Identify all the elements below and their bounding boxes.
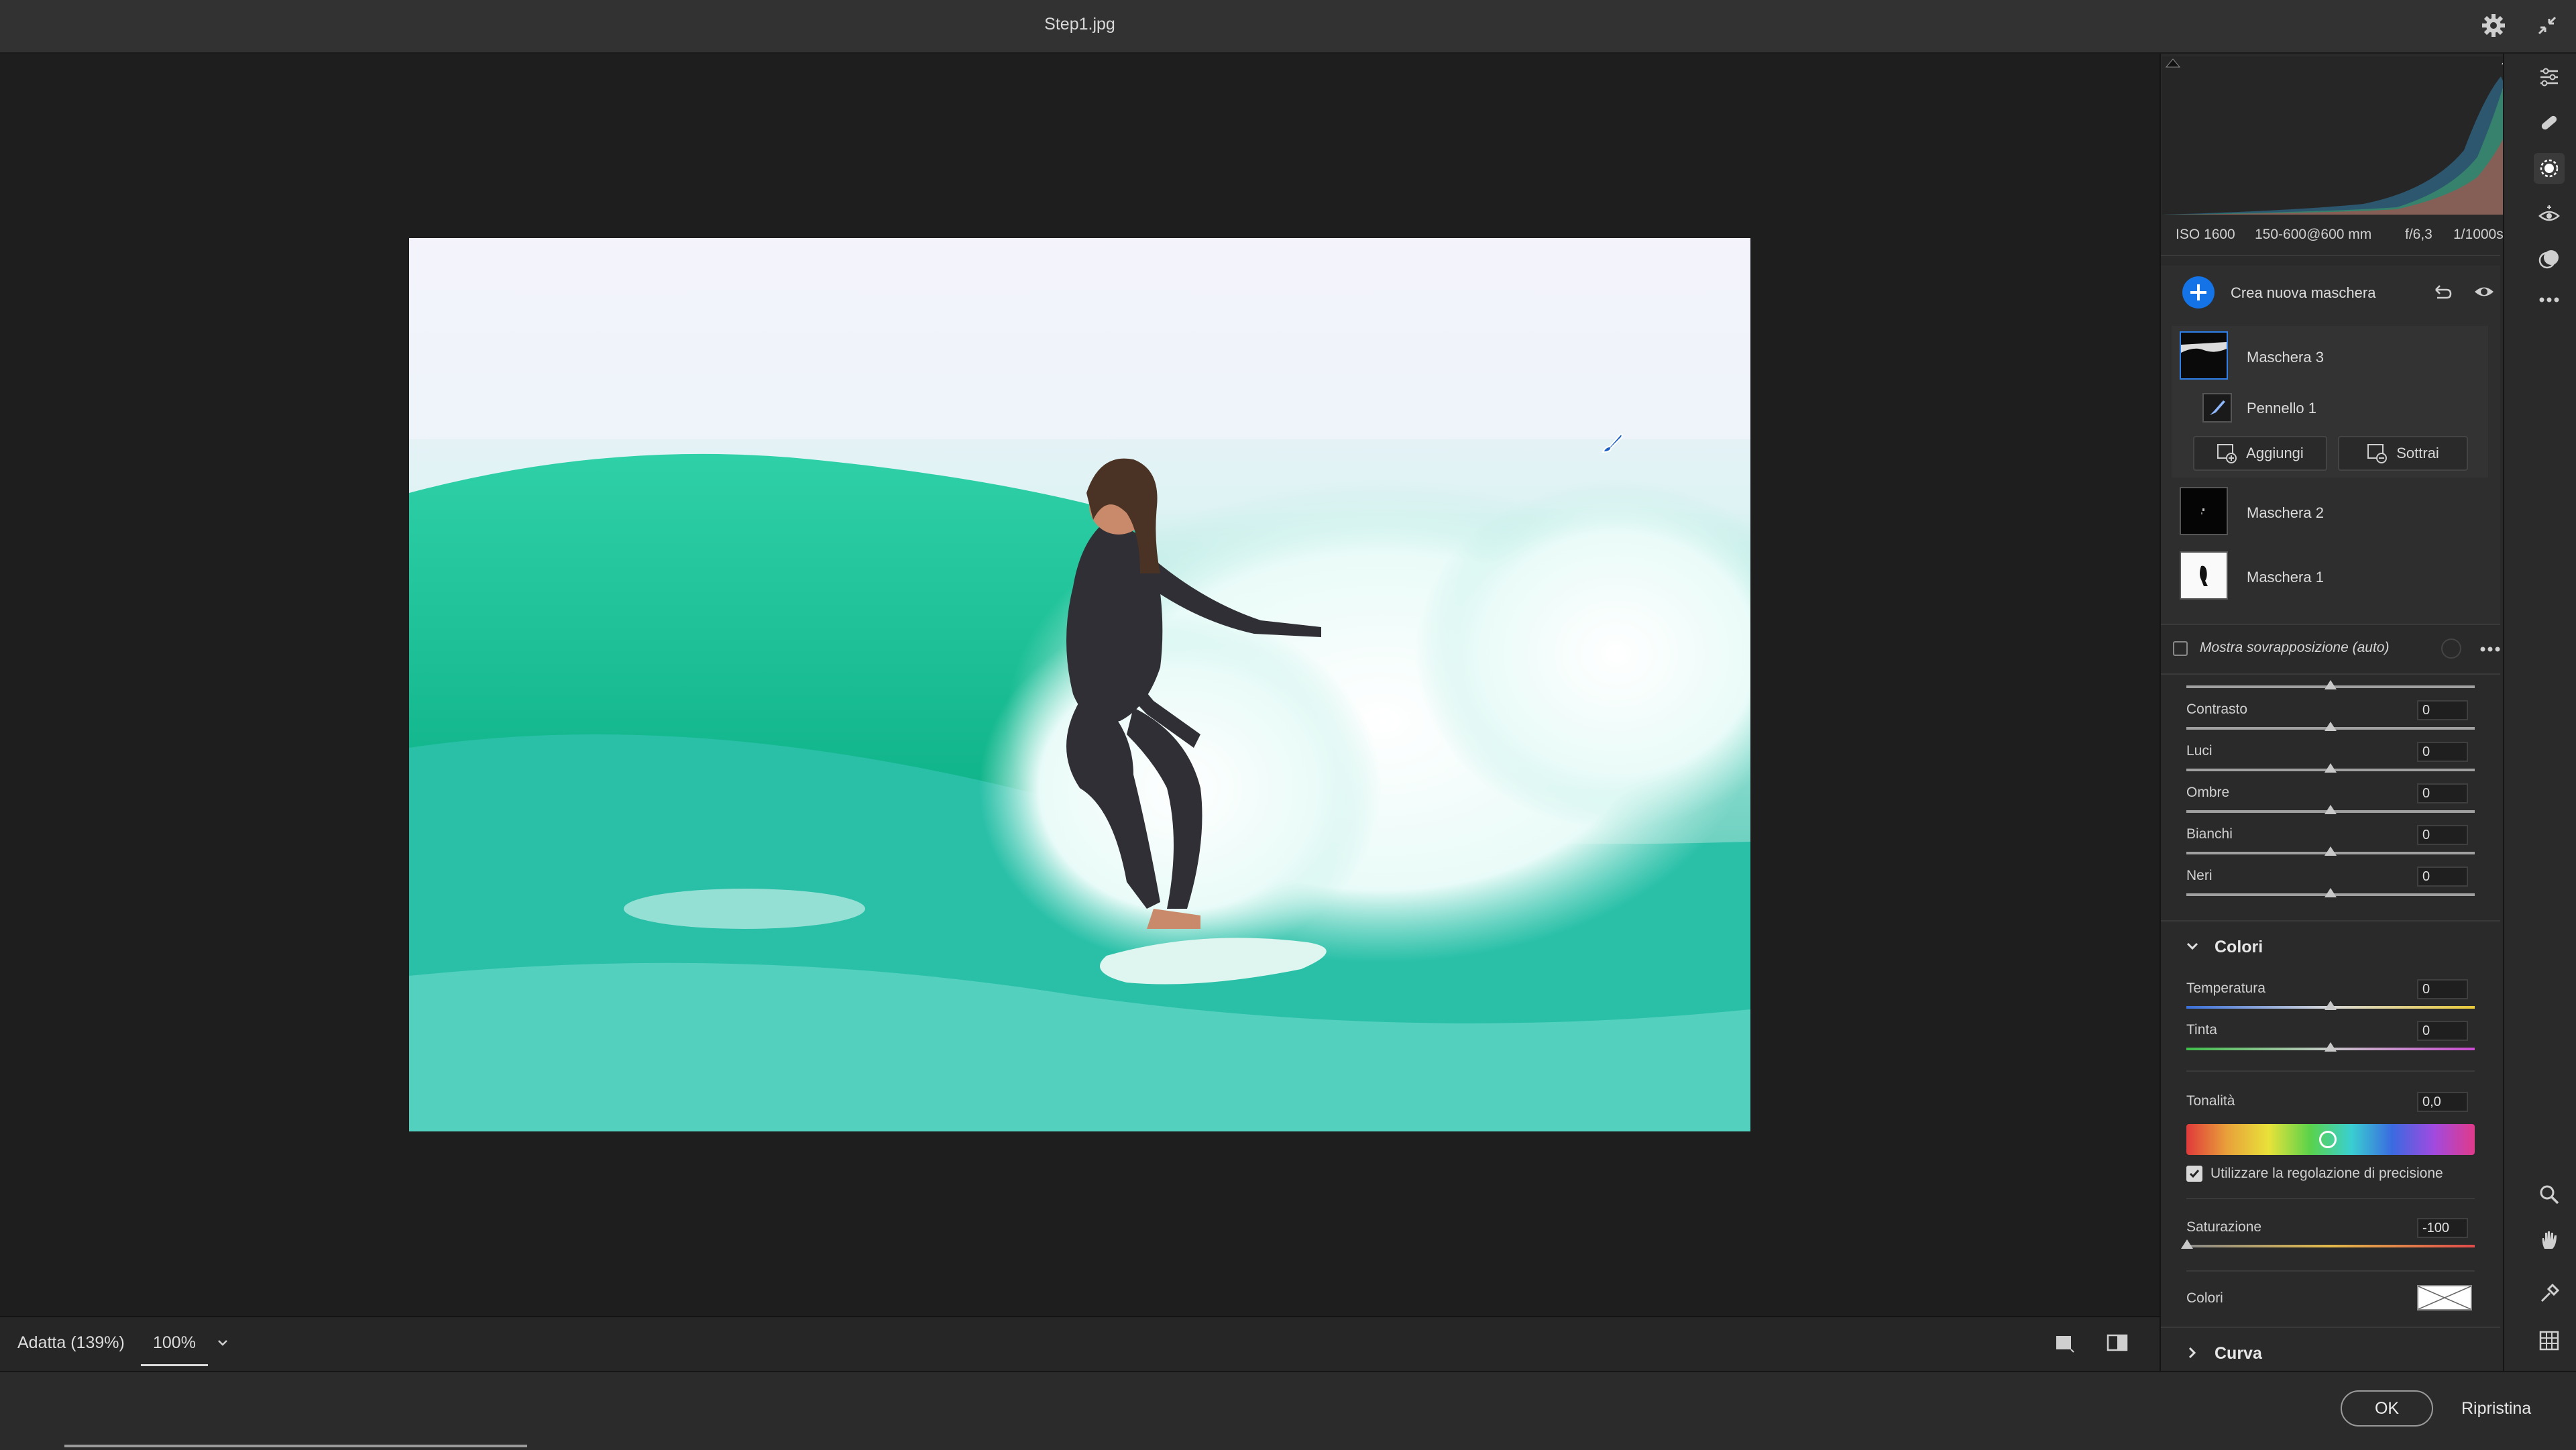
mask-3-label[interactable]: Maschera 3 bbox=[2247, 349, 2324, 366]
color-swatch[interactable] bbox=[2417, 1285, 2472, 1310]
contrast-slider-knob[interactable] bbox=[2325, 722, 2337, 731]
curve-section-chevron-icon[interactable] bbox=[2185, 1345, 2200, 1360]
before-after-view-icon[interactable] bbox=[2106, 1332, 2129, 1353]
shadows-value[interactable]: 0 bbox=[2417, 783, 2468, 803]
tint-label: Tinta bbox=[2186, 1022, 2217, 1038]
saturation-slider-track[interactable] bbox=[2186, 1245, 2475, 1247]
add-to-mask-label: Aggiungi bbox=[2246, 445, 2304, 461]
colors-section-chevron-icon[interactable] bbox=[2185, 939, 2200, 954]
shutter-value: 1/1000s bbox=[2453, 227, 2504, 242]
divider bbox=[2161, 920, 2500, 922]
lens-value: 150-600@600 mm bbox=[2255, 227, 2372, 242]
curve-section-title[interactable]: Curva bbox=[2215, 1344, 2262, 1363]
hand-tool-icon[interactable] bbox=[2534, 1225, 2565, 1256]
show-overlay-label[interactable]: Mostra sovrapposizione (auto) bbox=[2200, 640, 2389, 656]
mask-1-thumbnail[interactable] bbox=[2180, 551, 2228, 600]
add-mask-component-icon bbox=[2217, 444, 2237, 463]
zoom-magnifier-icon[interactable] bbox=[2534, 1179, 2565, 1210]
divider bbox=[2161, 624, 2500, 625]
add-to-mask-button[interactable]: Aggiungi bbox=[2193, 436, 2327, 471]
taskbar-strip bbox=[64, 1445, 527, 1447]
subtract-from-mask-label: Sottrai bbox=[2396, 445, 2439, 461]
zoom-100-button[interactable]: 100% bbox=[153, 1333, 196, 1353]
photo-surfer[interactable] bbox=[409, 238, 1750, 1131]
shadows-label: Ombre bbox=[2186, 785, 2230, 800]
hue-label: Tonalità bbox=[2186, 1093, 2235, 1109]
masking-icon[interactable] bbox=[2534, 153, 2565, 184]
temperature-label: Temperatura bbox=[2186, 981, 2265, 996]
gear-icon[interactable] bbox=[2480, 12, 2507, 39]
mask-1-label[interactable]: Maschera 1 bbox=[2247, 569, 2324, 586]
mask-3-thumbnail[interactable] bbox=[2180, 331, 2228, 380]
ok-button[interactable]: OK bbox=[2341, 1390, 2433, 1427]
contrast-label: Contrasto bbox=[2186, 702, 2248, 717]
whites-slider-knob[interactable] bbox=[2325, 846, 2337, 856]
temperature-value[interactable]: 0 bbox=[2417, 979, 2468, 999]
shadow-clip-icon[interactable] bbox=[2165, 56, 2181, 68]
color-swatch-label: Colori bbox=[2186, 1290, 2223, 1306]
precision-label[interactable]: Utilizzare la regolazione di precisione bbox=[2210, 1166, 2443, 1182]
whites-value[interactable]: 0 bbox=[2417, 825, 2468, 845]
more-tools-icon[interactable] bbox=[2534, 284, 2565, 315]
exposure-slider-knob[interactable] bbox=[2325, 680, 2337, 689]
presets-icon[interactable] bbox=[2534, 244, 2565, 275]
colors-section-title[interactable]: Colori bbox=[2215, 938, 2263, 957]
subtract-mask-component-icon bbox=[2367, 444, 2388, 463]
blacks-value[interactable]: 0 bbox=[2417, 867, 2468, 887]
eye-icon[interactable] bbox=[2473, 282, 2495, 302]
brush-tool-icon[interactable] bbox=[2202, 393, 2232, 423]
hue-value[interactable]: 0,0 bbox=[2417, 1092, 2468, 1112]
brush-1-label[interactable]: Pennello 1 bbox=[2247, 400, 2316, 417]
shadows-slider-knob[interactable] bbox=[2325, 805, 2337, 814]
subtract-from-mask-button[interactable]: Sottrai bbox=[2338, 436, 2468, 471]
aperture-value: f/6,3 bbox=[2405, 227, 2432, 242]
create-mask-label[interactable]: Crea nuova maschera bbox=[2231, 284, 2375, 302]
divider bbox=[2186, 1270, 2475, 1272]
blacks-slider-knob[interactable] bbox=[2325, 888, 2337, 897]
healing-bandage-icon[interactable] bbox=[2534, 107, 2565, 138]
hue-slider-knob[interactable] bbox=[2319, 1131, 2337, 1148]
blacks-label: Neri bbox=[2186, 868, 2213, 883]
mask-2-label[interactable]: Maschera 2 bbox=[2247, 504, 2324, 522]
tint-value[interactable]: 0 bbox=[2417, 1021, 2468, 1041]
saturation-slider-knob[interactable] bbox=[2181, 1239, 2193, 1249]
precision-checkbox[interactable] bbox=[2186, 1166, 2202, 1182]
grid-overlay-icon[interactable] bbox=[2534, 1325, 2565, 1356]
add-mask-icon[interactable] bbox=[2181, 275, 2216, 310]
saturation-value[interactable]: -100 bbox=[2417, 1218, 2468, 1238]
divider bbox=[2161, 255, 2500, 256]
single-view-icon[interactable] bbox=[2054, 1332, 2075, 1353]
brush-cursor-icon bbox=[1599, 429, 1626, 456]
zoom-underline bbox=[141, 1364, 208, 1366]
divider bbox=[2161, 1327, 2500, 1328]
footer-bar bbox=[0, 1371, 2576, 1450]
reset-button[interactable]: Ripristina bbox=[2461, 1399, 2531, 1418]
contrast-value[interactable]: 0 bbox=[2417, 700, 2468, 720]
zoom-dropdown-icon[interactable] bbox=[215, 1335, 231, 1351]
minimize-window-icon[interactable] bbox=[2535, 13, 2559, 38]
highlights-label: Luci bbox=[2186, 743, 2213, 759]
histogram bbox=[2162, 56, 2520, 215]
whites-label: Bianchi bbox=[2186, 826, 2233, 842]
color-sampler-icon[interactable] bbox=[2534, 1278, 2565, 1309]
undo-mask-icon[interactable] bbox=[2430, 280, 2453, 303]
divider bbox=[2186, 1070, 2475, 1072]
fit-zoom-button[interactable]: Adatta (139%) bbox=[17, 1333, 125, 1353]
zoom-bar bbox=[0, 1316, 2160, 1371]
divider bbox=[2161, 673, 2500, 675]
edit-sliders-icon[interactable] bbox=[2534, 62, 2565, 93]
divider bbox=[2186, 1198, 2475, 1199]
saturation-label: Saturazione bbox=[2186, 1219, 2262, 1235]
temperature-slider-knob[interactable] bbox=[2325, 1001, 2337, 1010]
highlights-value[interactable]: 0 bbox=[2417, 742, 2468, 762]
iso-value: ISO 1600 bbox=[2176, 227, 2235, 242]
more-options-icon[interactable] bbox=[2479, 640, 2502, 659]
document-title: Step1.jpg bbox=[1044, 15, 1115, 34]
red-eye-icon[interactable] bbox=[2534, 199, 2565, 229]
tint-slider-knob[interactable] bbox=[2325, 1042, 2337, 1052]
overlay-color-swatch[interactable] bbox=[2441, 638, 2461, 659]
show-overlay-checkbox[interactable] bbox=[2173, 641, 2188, 656]
highlights-slider-knob[interactable] bbox=[2325, 763, 2337, 773]
mask-2-thumbnail[interactable] bbox=[2180, 487, 2228, 535]
